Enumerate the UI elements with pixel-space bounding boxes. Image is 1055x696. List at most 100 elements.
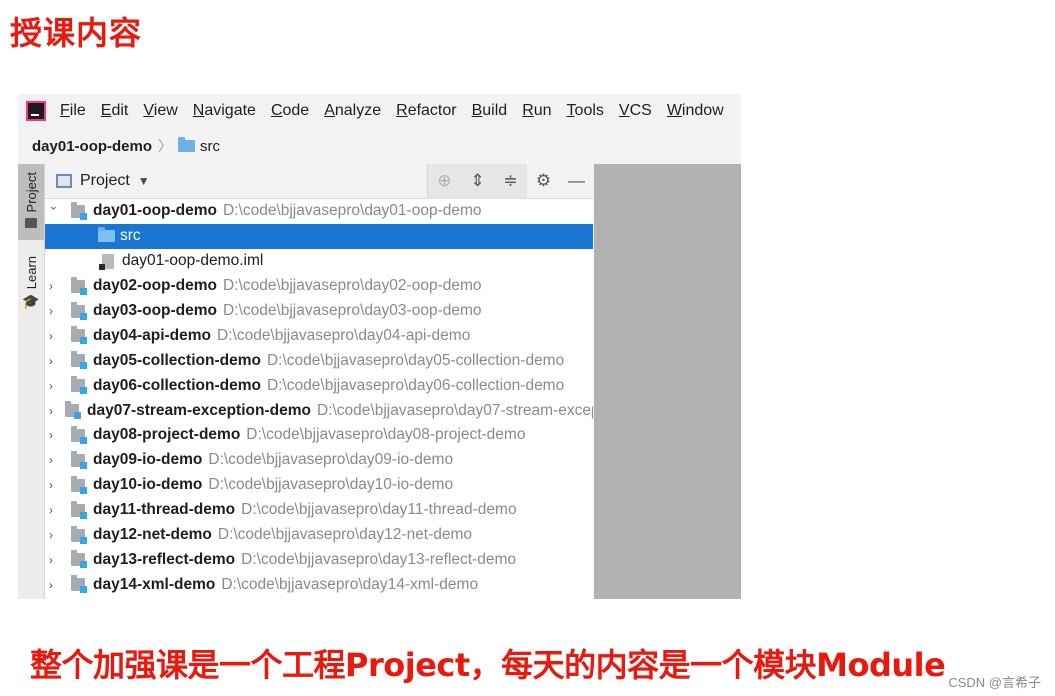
menu-code[interactable]: Code [271,102,309,120]
side-tab-learn[interactable]: Learn 🎓 [18,256,44,326]
chevron-right-icon[interactable]: › [49,578,59,592]
module-icon [71,475,87,494]
menu-bar: File Edit View Navigate Code Analyze Ref… [18,94,741,128]
editor-area [594,164,741,599]
tree-row-iml[interactable]: day01-oop-demo.iml [45,249,593,274]
menu-window[interactable]: Window [667,102,724,120]
tree-row-src[interactable]: src [45,223,593,249]
minimize-icon[interactable]: — [560,164,593,198]
module-name: day13-reflect-demo [93,550,236,568]
tree-row-day04[interactable]: › day04-api-demo D:\code\bjjavasepro\day… [45,323,593,348]
collapse-all-icon[interactable]: ≑ [494,164,527,198]
iml-file-icon [99,253,114,270]
tree-row-day12[interactable]: › day12-net-demo D:\code\bjjavasepro\day… [45,523,593,548]
chevron-right-icon[interactable]: › [49,528,59,542]
menu-file[interactable]: File [60,102,86,120]
chevron-right-icon[interactable]: › [49,279,59,293]
menu-run[interactable]: Run [522,102,551,120]
project-panel: Project ▼ ⊕ ⇕ ≑ ⚙ — › day01-oop-demo D:\… [45,164,593,599]
module-icon [71,201,87,220]
breadcrumb-folder[interactable]: src [200,138,220,155]
menu-analyze[interactable]: Analyze [324,102,381,120]
module-icon [71,376,87,395]
tree-tools-group: ⊕ ⇕ ≑ [427,164,527,198]
module-path: D:\code\bjjavasepro\day07-stream-excepti… [316,401,593,419]
module-name: day10-io-demo [93,476,203,494]
panel-title[interactable]: Project [80,172,130,190]
menu-build[interactable]: Build [472,102,508,120]
module-icon [71,550,87,569]
tree-row-day01[interactable]: › day01-oop-demo D:\code\bjjavasepro\day… [45,199,593,224]
chevron-right-icon[interactable]: › [49,478,59,492]
module-path: D:\code\bjjavasepro\day08-project-demo [246,426,526,444]
breadcrumb: day01-oop-demo 〉 src [18,130,741,162]
module-icon [71,450,87,469]
menu-vcs[interactable]: VCS [619,102,652,120]
module-icon [65,401,81,420]
module-icon [71,326,87,345]
slide-footer: 整个加强课是一个工程Project，每天的内容是一个模块Module [30,646,946,684]
project-panel-header: Project ▼ ⊕ ⇕ ≑ ⚙ — [45,164,593,199]
module-icon [71,301,87,320]
module-icon [71,500,87,519]
folder-icon [98,227,115,243]
breadcrumb-separator-icon: 〉 [158,138,173,154]
project-tree: › day01-oop-demo D:\code\bjjavasepro\day… [45,199,593,597]
menu-refactor[interactable]: Refactor [396,102,456,120]
chevron-right-icon[interactable]: › [49,329,59,343]
folder-name: src [120,227,141,245]
module-path: D:\code\bjjavasepro\day11-thread-demo [241,501,517,519]
module-name: day14-xml-demo [93,575,216,593]
gear-icon[interactable]: ⚙ [527,164,560,198]
chevron-right-icon[interactable]: › [49,553,59,567]
chevron-right-icon[interactable]: › [49,379,59,393]
module-name: day02-oop-demo [93,277,218,295]
intellij-logo-icon[interactable] [26,101,46,121]
tree-row-day13[interactable]: › day13-reflect-demo D:\code\bjjavasepro… [45,547,593,572]
module-path: D:\code\bjjavasepro\day03-oop-demo [223,302,482,319]
module-icon [71,525,87,544]
slide-title: 授课内容 [10,14,143,52]
chevron-right-icon[interactable]: › [49,428,59,442]
file-name: day01-oop-demo.iml [122,252,264,270]
menu-navigate[interactable]: Navigate [193,102,256,120]
module-name: day08-project-demo [93,426,241,444]
tree-row-day06[interactable]: › day06-collection-demo D:\code\bjjavase… [45,373,593,398]
side-tab-project[interactable]: Project [18,164,44,240]
locate-icon[interactable]: ⊕ [428,164,461,198]
project-view-icon [56,174,72,188]
module-name: day07-stream-exception-demo [87,401,311,419]
expand-all-icon[interactable]: ⇕ [461,164,494,198]
panel-toolbar: ⊕ ⇕ ≑ ⚙ — [427,164,593,198]
tree-row-day14[interactable]: › day14-xml-demo D:\code\bjjavasepro\day… [45,572,593,597]
tree-row-day10[interactable]: › day10-io-demo D:\code\bjjavasepro\day1… [45,473,593,498]
chevron-expanded-icon[interactable]: › [47,206,61,216]
menu-tools[interactable]: Tools [567,102,604,120]
tree-row-day05[interactable]: › day05-collection-demo D:\code\bjjavase… [45,348,593,373]
module-icon [71,276,87,295]
tree-row-day08[interactable]: › day08-project-demo D:\code\bjjavasepro… [45,423,593,448]
tree-row-day09[interactable]: › day09-io-demo D:\code\bjjavasepro\day0… [45,448,593,473]
module-name: day12-net-demo [93,526,212,544]
module-name: day04-api-demo [93,326,212,344]
tree-row-day11[interactable]: › day11-thread-demo D:\code\bjjavasepro\… [45,498,593,523]
folder-icon [178,137,196,152]
side-tab-project-label: Project [23,172,39,213]
tree-row-day03[interactable]: › day03-oop-demo D:\code\bjjavasepro\day… [45,299,593,324]
tree-row-day02[interactable]: › day02-oop-demo D:\code\bjjavasepro\day… [45,274,593,299]
watermark: CSDN @言希子 [948,675,1041,690]
chevron-right-icon[interactable]: › [49,354,59,368]
tree-row-day07[interactable]: › day07-stream-exception-demo D:\code\bj… [45,398,593,423]
chevron-right-icon[interactable]: › [49,304,59,318]
module-icon [71,575,87,594]
project-folder-icon [25,218,37,229]
breadcrumb-project[interactable]: day01-oop-demo [32,138,152,155]
chevron-right-icon[interactable]: › [49,453,59,467]
menu-view[interactable]: View [143,102,177,120]
chevron-right-icon[interactable]: › [49,404,53,418]
module-path: D:\code\bjjavasepro\day13-reflect-demo [241,550,516,568]
menu-edit[interactable]: Edit [101,102,129,120]
chevron-right-icon[interactable]: › [49,503,59,517]
chevron-down-icon[interactable]: ▼ [138,174,150,188]
module-name: day06-collection-demo [93,376,261,394]
